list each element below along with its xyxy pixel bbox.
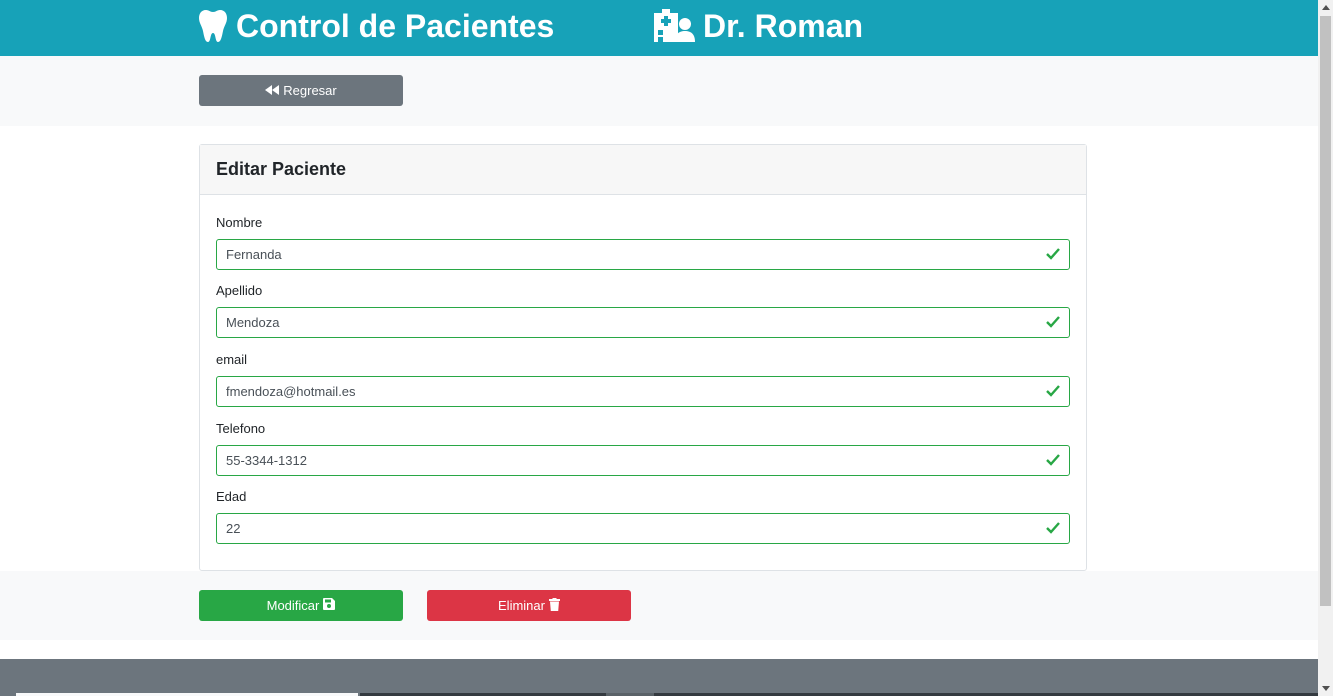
top-navbar: Control de Pacientes Dr. Roman xyxy=(0,0,1318,56)
email-input[interactable] xyxy=(217,377,1069,406)
clinic-user-icon xyxy=(653,9,695,43)
edit-patient-card: Editar Paciente Nombre Apellido email xyxy=(199,144,1087,571)
valid-check-icon xyxy=(1046,454,1060,466)
app-brand[interactable]: Control de Pacientes xyxy=(198,6,554,46)
field-label: Telefono xyxy=(216,421,266,436)
input-wrapper xyxy=(216,239,1070,270)
backward-icon xyxy=(265,83,280,98)
valid-check-icon xyxy=(1046,522,1060,534)
modify-button-label: Modificar xyxy=(266,598,320,613)
input-wrapper xyxy=(216,445,1070,476)
valid-check-icon xyxy=(1046,316,1060,328)
input-wrapper xyxy=(216,376,1070,407)
valid-check-icon xyxy=(1046,248,1060,260)
apellido-input[interactable] xyxy=(217,308,1069,337)
back-button[interactable]: Regresar xyxy=(199,75,403,106)
back-button-label: Regresar xyxy=(283,83,337,98)
scrollbar-thumb[interactable] xyxy=(1320,16,1331,606)
scroll-up-arrow-icon[interactable] xyxy=(1318,0,1333,15)
vertical-scrollbar[interactable] xyxy=(1318,0,1333,696)
delete-button[interactable]: Eliminar xyxy=(427,590,631,621)
floppy-disk-icon xyxy=(323,598,336,613)
page: Control de Pacientes Dr. Roman Regresar … xyxy=(0,0,1333,696)
telefono-input[interactable] xyxy=(217,446,1069,475)
scroll-down-arrow-icon[interactable] xyxy=(1318,681,1333,696)
field-label: Apellido xyxy=(216,283,263,298)
doctor-name: Dr. Roman xyxy=(703,8,864,44)
field-label: Edad xyxy=(216,489,247,504)
doctor-info: Dr. Roman xyxy=(653,6,863,46)
field-label: Nombre xyxy=(216,215,263,230)
field-nombre: Nombre xyxy=(216,213,1070,270)
field-edad: Edad xyxy=(216,487,1070,544)
trash-icon xyxy=(548,597,560,614)
actions-section xyxy=(0,571,1318,640)
toolbar-section xyxy=(0,56,1318,126)
footer xyxy=(0,659,1318,696)
field-email: email xyxy=(216,350,1070,407)
input-wrapper xyxy=(216,513,1070,544)
card-title: Editar Paciente xyxy=(200,145,1086,195)
input-wrapper xyxy=(216,307,1070,338)
field-label: email xyxy=(216,352,248,367)
tooth-icon xyxy=(198,9,228,43)
app-title: Control de Pacientes xyxy=(236,8,555,44)
delete-button-label: Eliminar xyxy=(498,598,545,613)
field-telefono: Telefono xyxy=(216,419,1070,476)
modify-button[interactable]: Modificar xyxy=(199,590,403,621)
nombre-input[interactable] xyxy=(217,240,1069,269)
valid-check-icon xyxy=(1046,385,1060,397)
edad-input[interactable] xyxy=(217,514,1069,543)
field-apellido: Apellido xyxy=(216,281,1070,338)
